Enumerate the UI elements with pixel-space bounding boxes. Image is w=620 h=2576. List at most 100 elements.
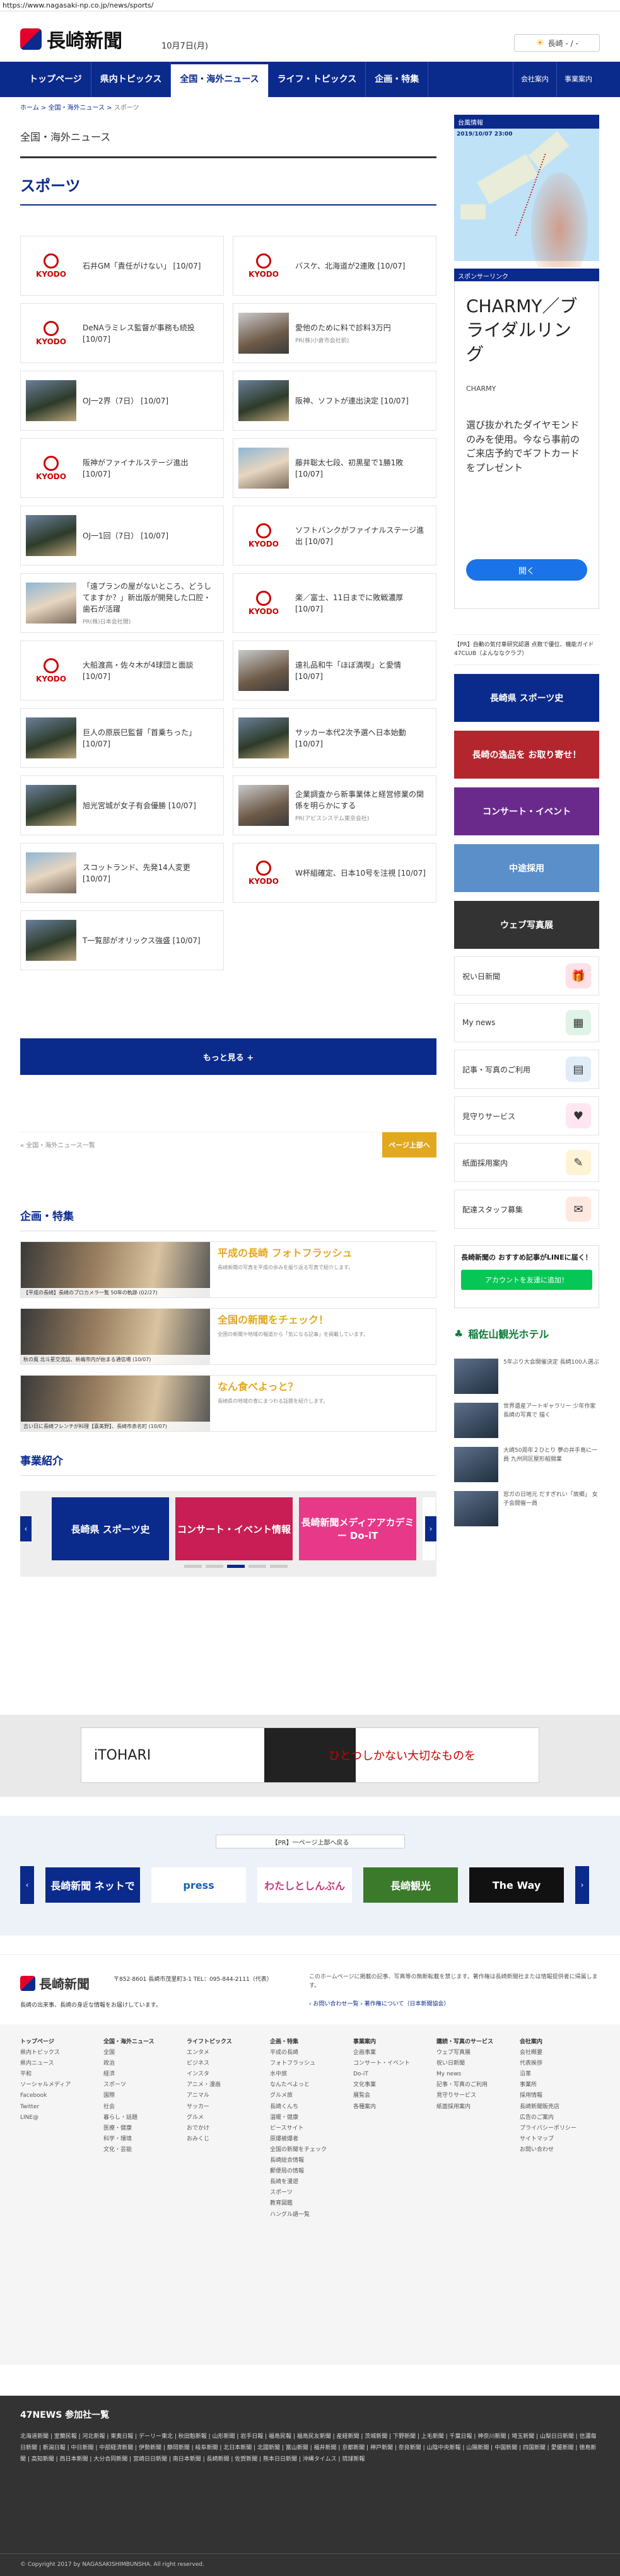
footer-link[interactable]: コンサート・イベント [353, 2058, 431, 2069]
footer-link[interactable]: Facebook [20, 2091, 98, 2101]
sidebar-menu-link[interactable]: 見守りサービス ♥ [454, 1096, 599, 1135]
footer-link[interactable]: アニメ・漫画 [187, 2080, 265, 2091]
footer-link[interactable]: 紙面採用案内 [436, 2102, 515, 2113]
sidebar-ad[interactable]: CHARMY／ブライダルリング CHARMY 選び抜かれたダイヤモンドのみを使用… [454, 281, 599, 609]
feature-caption[interactable]: 【平成の長崎】長崎のプロカメラ一覧 50年の軌跡 (02/27) [21, 1288, 210, 1297]
pr-banner[interactable]: 長崎新聞 ネットで [45, 1867, 140, 1903]
footer-link[interactable]: グルメ [187, 2113, 265, 2123]
article-title[interactable]: 愛他のために料で診料3万円 [295, 322, 431, 334]
footer-link[interactable]: インスタ [187, 2069, 265, 2080]
page-top-button[interactable]: ページ上部へ [382, 1132, 436, 1157]
footer-link[interactable]: ピースサイト [270, 2123, 348, 2134]
footer-column-head[interactable]: 全国・海外ニュース [103, 2037, 182, 2048]
article-card[interactable]: サッカー本代2次予選へ日本始動 [10/07] [233, 708, 436, 768]
feature-item[interactable]: 吉い日に長崎フレンチが料理【喜美野】、長崎市赤名町 (10/07) なん食べよっと… [20, 1375, 436, 1432]
footer-link[interactable]: 平成の長崎 [270, 2048, 348, 2058]
feature-title[interactable]: 平成の長崎 フォトフラッシュ [218, 1247, 428, 1260]
article-card[interactable]: スコットランド、先発14人変更 [10/07] [20, 843, 224, 903]
article-card[interactable]: 旭光宮城が女子有会優勝 [10/07] [20, 775, 224, 835]
article-title[interactable]: 石井GM「責任がけない」 [10/07] [83, 260, 218, 272]
nav-item-local[interactable]: 県内トピックス [91, 62, 172, 97]
footer-link[interactable]: 広告のご案内 [520, 2113, 598, 2123]
footer-link[interactable]: サイトマップ [520, 2134, 598, 2145]
news47-links[interactable]: 北海道新聞 | 室蘭民報 | 河北新報 | 東奥日報 | デーリー東北 | 秋田… [20, 2431, 600, 2465]
footer-link[interactable]: 長崎を漫遊 [270, 2177, 348, 2188]
footer-link[interactable]: 平和 [20, 2069, 98, 2080]
footer-link[interactable]: 水中旅 [270, 2069, 348, 2080]
sidebar-banner[interactable]: 長崎の逸品を お取り寄せ！ [454, 731, 599, 779]
article-card[interactable]: 愛他のために料で診料3万円 PR(株)小倉市会社前) [233, 303, 436, 363]
footer-link[interactable]: アニマル [187, 2091, 265, 2101]
feature-image[interactable]: 吉い日に長崎フレンチが料理【喜美野】、長崎市赤名町 (10/07) [21, 1376, 210, 1431]
article-card[interactable]: 藤井聡太七段、初黒星で1勝1敗 [10/07] [233, 438, 436, 498]
sidebar-banner[interactable]: ウェブ写真展 [454, 901, 599, 949]
footer-link[interactable]: ビジネス [187, 2058, 265, 2069]
back-to-list-link[interactable]: « 全国・海外ニュース一覧 [20, 1140, 95, 1149]
footer-link[interactable]: 郵便局の情報 [270, 2166, 348, 2177]
article-title[interactable]: 藤井聡太七段、初黒星で1勝1敗 [10/07] [295, 457, 431, 480]
nav-item-national[interactable]: 全国・海外ニュース [171, 62, 269, 97]
footer-link[interactable]: 全国の新聞をチェック [270, 2145, 348, 2155]
footer-link[interactable]: 原爆被爆者 [270, 2134, 348, 2145]
sidebar-menu-link[interactable]: 配達スタッフ募集 ✉ [454, 1190, 599, 1229]
feature-item[interactable]: 秋の風 北斗星交流話、新嶋市内が始まる通信場 (10/07) 全国の新聞をチェック… [20, 1308, 436, 1365]
footer-column-head[interactable]: トップページ [20, 2037, 98, 2048]
nav-company[interactable]: 会社案内 [513, 62, 556, 97]
article-card[interactable]: 企業調査から新事業体と経営修業の関係を明らかにする PR(アピスシステム東京会社) [233, 775, 436, 835]
article-title[interactable]: 大船渡高・佐々木が4球団と面談 [10/07] [83, 659, 218, 682]
site-logo[interactable]: 長崎新聞 [20, 25, 122, 53]
pr-prev-icon[interactable]: ‹ [20, 1866, 34, 1904]
typhoon-map-box[interactable]: 台風情報 2019/10/07 23:00 [454, 115, 599, 267]
footer-column-head[interactable]: 企画・特集 [270, 2037, 348, 2048]
carousel-prev-icon[interactable]: ‹ [20, 1516, 32, 1541]
feature-title[interactable]: なん食べよっと？ [218, 1381, 428, 1394]
footer-link[interactable]: おみくじ [187, 2134, 265, 2145]
article-card[interactable]: KYODO 阪神がファイナルステージ進出 [10/07] [20, 438, 224, 498]
footer-link[interactable]: 記事・写真のご利用 [436, 2080, 515, 2091]
article-title[interactable]: W杯組確定、日本10号を注視 [10/07] [295, 867, 431, 879]
hotel-list-item[interactable]: 窓ガの日地元 だすぎれい「故郷」 女子会開催一員 [454, 1491, 599, 1531]
footer-link[interactable]: LINE@ [20, 2113, 98, 2123]
footer-notice-links[interactable]: › お問い合わせ一覧 › 著作権について（日本新聞協会） [309, 1999, 450, 2007]
footer-link[interactable]: 経済 [103, 2069, 182, 2080]
footer-link[interactable]: 暮らし・話題 [103, 2113, 182, 2123]
pr-banner[interactable]: The Way [469, 1867, 564, 1903]
footer-link[interactable]: 科学・環境 [103, 2134, 182, 2145]
article-title[interactable]: T一覧部がオリックス強盛 [10/07] [83, 935, 218, 946]
article-card[interactable]: KYODO 大船渡高・佐々木が4球団と面談 [10/07] [20, 641, 224, 700]
sidebar-banner[interactable]: 長崎県 スポーツ史 [454, 674, 599, 722]
line-add-friend-button[interactable]: アカウントを友達に追加！ [461, 1270, 592, 1290]
feature-item[interactable]: 【平成の長崎】長崎のプロカメラ一覧 50年の軌跡 (02/27) 平成の長崎 フォ… [20, 1241, 436, 1298]
article-card[interactable]: KYODO バスケ、北海道が2連敗 [10/07] [233, 236, 436, 296]
footer-link[interactable]: 文化・芸能 [103, 2145, 182, 2155]
footer-link[interactable]: グルメ旅 [270, 2091, 348, 2101]
footer-link[interactable]: エンタメ [187, 2048, 265, 2058]
business-banner-doit[interactable]: 長崎新聞メディアアカデミー Do-iT [299, 1497, 416, 1560]
hotel-list-item[interactable]: 世界遺産アートギャラリー 少年作家 長崎の写真で 描く [454, 1403, 599, 1443]
footer-link[interactable]: 全国 [103, 2048, 182, 2058]
sidebar-banner[interactable]: 中途採用 [454, 844, 599, 892]
article-title[interactable]: スコットランド、先発14人変更 [10/07] [83, 862, 218, 885]
article-title[interactable]: OJ一2界（7日） [10/07] [83, 395, 218, 407]
footer-link[interactable]: 県内トピックス [20, 2048, 98, 2058]
footer-link[interactable]: 温暖・健康 [270, 2113, 348, 2123]
footer-link[interactable]: Twitter [20, 2102, 98, 2113]
ad-open-button[interactable]: 開く [466, 559, 587, 581]
footer-link[interactable]: ソーシャルメディア [20, 2080, 98, 2091]
article-title[interactable]: バスケ、北海道が2連敗 [10/07] [295, 260, 431, 272]
pr-banner[interactable]: 長崎観光 [363, 1867, 458, 1903]
footer-link[interactable]: 沿革 [520, 2069, 598, 2080]
footer-link[interactable]: 見守りサービス [436, 2091, 515, 2101]
feature-image[interactable]: 【平成の長崎】長崎のプロカメラ一覧 50年の軌跡 (02/27) [21, 1242, 210, 1297]
footer-link[interactable]: 長崎総合情報 [270, 2155, 348, 2166]
feature-caption[interactable]: 吉い日に長崎フレンチが料理【喜美野】、長崎市赤名町 (10/07) [21, 1422, 210, 1431]
article-card[interactable]: KYODO DeNAラミレス監督が事務も続投 [10/07] [20, 303, 224, 363]
article-title[interactable]: 阪神がファイナルステージ進出 [10/07] [83, 457, 218, 480]
nav-business[interactable]: 事業案内 [556, 62, 600, 97]
hotel-list-item[interactable]: 5年ぶり大会開催決定 長崎100人選ぶ [454, 1359, 599, 1399]
article-card[interactable]: T一覧部がオリックス強盛 [10/07] [20, 910, 224, 970]
footer-link[interactable]: 国際 [103, 2091, 182, 2101]
footer-column-head[interactable]: 事業案内 [353, 2037, 431, 2048]
footer-link[interactable]: 文化事業 [353, 2080, 431, 2091]
footer-link[interactable]: 採用情報 [520, 2091, 598, 2101]
